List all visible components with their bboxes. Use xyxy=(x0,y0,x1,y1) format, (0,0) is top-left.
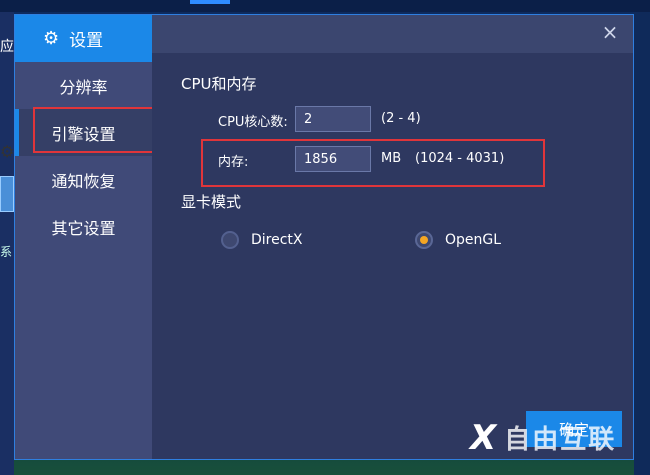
background-right-panel xyxy=(634,12,650,475)
directx-radio[interactable] xyxy=(221,231,239,249)
title-strip xyxy=(152,15,633,53)
sidebar-item-notification[interactable]: 通知恢复 xyxy=(15,156,152,203)
cpu-memory-section-title: CPU和内存 xyxy=(181,75,257,93)
settings-title: 设置 xyxy=(69,31,104,51)
memory-unit: MB xyxy=(381,151,402,166)
background-app-icon xyxy=(0,176,14,212)
sidebar-item-label: 其它设置 xyxy=(51,218,116,238)
sidebar-item-label: 通知恢复 xyxy=(51,171,116,191)
settings-dialog: ⚙ 设置 分辨率 引擎设置 通知恢复 其它设置 × CPU和内存 CPU核心数:… xyxy=(14,14,634,460)
sidebar-item-resolution[interactable]: 分辨率 xyxy=(15,62,152,109)
close-icon[interactable]: × xyxy=(599,21,621,43)
gpu-mode-section-title: 显卡模式 xyxy=(181,193,242,211)
cpu-cores-range: (2 - 4) xyxy=(381,111,421,126)
opengl-radio[interactable] xyxy=(415,231,433,249)
gear-icon: ⚙ xyxy=(43,28,60,49)
background-tab-indicator xyxy=(190,0,230,4)
memory-input[interactable] xyxy=(295,146,371,172)
sidebar-item-other[interactable]: 其它设置 xyxy=(15,203,152,250)
directx-label: DirectX xyxy=(251,232,303,248)
background-gear-icon: ⚙ xyxy=(0,142,15,161)
cpu-cores-label: CPU核心数: xyxy=(218,115,288,130)
background-text-top: 应 xyxy=(0,39,14,55)
settings-content: × CPU和内存 CPU核心数: (2 - 4) 内存: MB (1024 - … xyxy=(152,15,633,459)
cpu-cores-input[interactable] xyxy=(295,106,371,132)
sidebar-item-engine[interactable]: 引擎设置 xyxy=(15,109,152,156)
background-top-bar xyxy=(0,0,650,12)
background-text-bottom: 系 xyxy=(0,245,13,259)
sidebar-item-label: 分辨率 xyxy=(59,77,108,97)
settings-header: ⚙ 设置 xyxy=(15,15,152,62)
memory-label: 内存: xyxy=(218,155,249,170)
opengl-label: OpenGL xyxy=(445,232,502,248)
sidebar-item-label: 引擎设置 xyxy=(51,124,116,144)
ok-button[interactable]: 确定 xyxy=(526,411,622,447)
settings-sidebar: ⚙ 设置 分辨率 引擎设置 通知恢复 其它设置 xyxy=(15,15,152,459)
memory-range: (1024 - 4031) xyxy=(415,151,505,166)
